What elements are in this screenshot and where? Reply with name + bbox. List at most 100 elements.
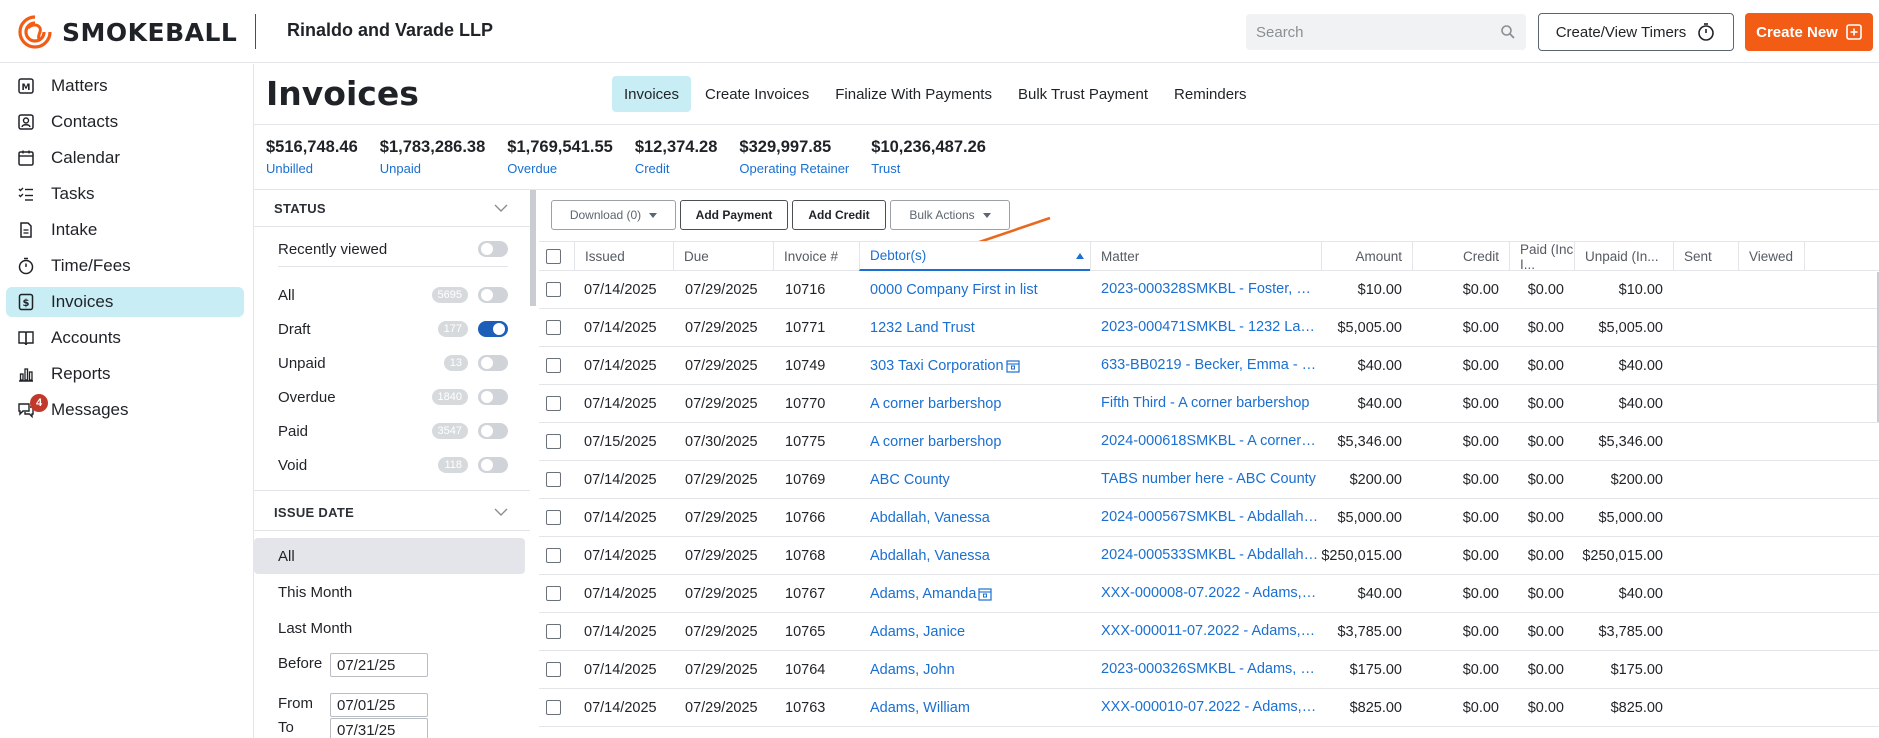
cell-debtor[interactable]: Abdallah, Vanessa	[870, 537, 1090, 574]
table-row[interactable]: 07/14/2025 07/29/2025 10768 Abdallah, Vanes…	[539, 537, 1879, 575]
create-view-timers-button[interactable]: Create/View Timers	[1538, 13, 1734, 51]
cell-debtor[interactable]: Adams, Amanda	[870, 575, 1090, 612]
cell-debtor[interactable]: Adams, William	[870, 689, 1090, 726]
row-checkbox[interactable]	[546, 282, 561, 297]
status-draft-toggle[interactable]	[478, 321, 508, 337]
summary-trust[interactable]: $10,236,487.26 Trust	[871, 138, 986, 176]
create-new-button[interactable]: Create New	[1745, 13, 1873, 51]
date-filter-last-month[interactable]: Last Month	[254, 610, 525, 646]
status-unpaid-toggle[interactable]	[478, 355, 508, 371]
table-row[interactable]: 07/14/2025 07/29/2025 10749 303 Taxi Corpor…	[539, 347, 1879, 385]
row-checkbox[interactable]	[546, 586, 561, 601]
select-all-checkbox[interactable]	[546, 249, 561, 264]
status-filter-draft[interactable]: Draft 177	[278, 317, 508, 341]
filter-scrollbar[interactable]	[530, 190, 536, 306]
chevron-down-icon[interactable]	[494, 507, 508, 517]
status-paid-toggle[interactable]	[478, 423, 508, 439]
column-issued[interactable]: Issued	[574, 242, 673, 271]
row-checkbox[interactable]	[546, 396, 561, 411]
status-all-toggle[interactable]	[478, 287, 508, 303]
sidebar-item-invoices[interactable]: $ Invoices	[6, 287, 244, 317]
cell-debtor[interactable]: ABC County	[870, 461, 1090, 498]
to-date-input[interactable]: 07/31/25	[330, 718, 428, 738]
cell-matter[interactable]: 633-BB0219 - Becker, Emma - Estate	[1101, 347, 1319, 384]
logo[interactable]: SMOKEBALL	[16, 14, 237, 50]
table-row[interactable]: 07/14/2025 07/29/2025 10765 Adams, Janice XX…	[539, 613, 1879, 651]
tab-create-invoices[interactable]: Create Invoices	[693, 76, 821, 112]
status-filter-unpaid[interactable]: Unpaid 13	[278, 351, 508, 375]
row-checkbox[interactable]	[546, 548, 561, 563]
cell-debtor[interactable]: A corner barbershop	[870, 423, 1090, 460]
row-checkbox[interactable]	[546, 510, 561, 525]
cell-matter[interactable]: XXX-000008-07.2022 - Adams, Amanda	[1101, 575, 1319, 612]
summary-credit[interactable]: $12,374.28 Credit	[635, 138, 718, 176]
cell-debtor[interactable]: 303 Taxi Corporation	[870, 347, 1090, 384]
column-amount[interactable]: Amount	[1321, 242, 1412, 271]
tab-reminders[interactable]: Reminders	[1162, 76, 1259, 112]
status-filter-overdue[interactable]: Overdue 1840	[278, 385, 508, 409]
sidebar-item-time-fees[interactable]: Time/Fees	[6, 251, 244, 281]
search-icon[interactable]	[1500, 24, 1516, 40]
table-row[interactable]: 07/14/2025 07/29/2025 10771 1232 Land Trust…	[539, 309, 1879, 347]
row-checkbox[interactable]	[546, 700, 561, 715]
calendar-icon[interactable]	[978, 587, 993, 601]
sidebar-item-accounts[interactable]: Accounts	[6, 323, 244, 353]
row-checkbox[interactable]	[546, 662, 561, 677]
tab-finalize-with-payments[interactable]: Finalize With Payments	[823, 76, 1004, 112]
date-filter-all[interactable]: All	[254, 538, 525, 574]
summary-operating-retainer[interactable]: $329,997.85 Operating Retainer	[739, 138, 849, 176]
table-row[interactable]: 07/14/2025 07/29/2025 10769 ABC County TABS …	[539, 461, 1879, 499]
add-credit-button[interactable]: Add Credit	[792, 200, 886, 230]
row-checkbox[interactable]	[546, 472, 561, 487]
cell-debtor[interactable]: 1232 Land Trust	[870, 309, 1090, 346]
summary-overdue[interactable]: $1,769,541.55 Overdue	[507, 138, 613, 176]
recently-viewed-toggle[interactable]	[478, 241, 508, 257]
column-invoice-number[interactable]: Invoice #	[773, 242, 859, 271]
cell-matter[interactable]: 2023-000328SMKBL - Foster, Nicholas	[1101, 271, 1319, 308]
column-sent[interactable]: Sent	[1673, 242, 1738, 271]
sidebar-item-reports[interactable]: Reports	[6, 359, 244, 389]
table-row[interactable]: 07/14/2025 07/29/2025 10763 Adams, William X…	[539, 689, 1879, 727]
column-unpaid[interactable]: Unpaid (In...	[1574, 242, 1673, 271]
before-date-input[interactable]: 07/21/25	[330, 653, 428, 677]
cell-debtor[interactable]: 0000 Company First in list	[870, 271, 1090, 308]
date-filter-this-month[interactable]: This Month	[254, 574, 525, 610]
sidebar-item-contacts[interactable]: Contacts	[6, 107, 244, 137]
download-button[interactable]: Download (0)	[551, 200, 676, 230]
status-void-toggle[interactable]	[478, 457, 508, 473]
cell-matter[interactable]: Fifth Third - A corner barbershop	[1101, 385, 1319, 422]
sidebar-item-calendar[interactable]: Calendar	[6, 143, 244, 173]
table-row[interactable]: 07/14/2025 07/29/2025 10764 Adams, John 2023…	[539, 651, 1879, 689]
add-payment-button[interactable]: Add Payment	[680, 200, 788, 230]
cell-matter[interactable]: 2024-000533SMKBL - Abdallah, Vanessa	[1101, 537, 1319, 574]
cell-matter[interactable]: TABS number here - ABC County	[1101, 461, 1319, 498]
search-box[interactable]	[1246, 14, 1526, 50]
status-filter-void[interactable]: Void 118	[278, 453, 508, 477]
sidebar-item-tasks[interactable]: Tasks	[6, 179, 244, 209]
table-row[interactable]: 07/15/2025 07/30/2025 10775 A corner barber…	[539, 423, 1879, 461]
column-debtors[interactable]: Debtor(s)	[859, 242, 1090, 271]
row-checkbox[interactable]	[546, 320, 561, 335]
sidebar-item-matters[interactable]: M Matters	[6, 71, 244, 101]
cell-debtor[interactable]: Adams, John	[870, 651, 1090, 688]
sidebar-item-intake[interactable]: Intake	[6, 215, 244, 245]
table-row[interactable]: 07/14/2025 07/29/2025 10716 0000 Company Fi…	[539, 271, 1879, 309]
status-filter-all[interactable]: All 5695	[278, 283, 508, 307]
tab-invoices[interactable]: Invoices	[612, 76, 692, 112]
column-due[interactable]: Due	[673, 242, 773, 271]
column-paid[interactable]: Paid (Inc I...	[1509, 242, 1574, 272]
column-viewed[interactable]: Viewed	[1738, 242, 1804, 271]
cell-matter[interactable]: 2023-000471SMKBL - 1232 Land Trust	[1101, 309, 1319, 346]
from-date-input[interactable]: 07/01/25	[330, 693, 428, 717]
chevron-down-icon[interactable]	[494, 203, 508, 213]
summary-unpaid[interactable]: $1,783,286.38 Unpaid	[380, 138, 486, 176]
cell-debtor[interactable]: Adams, Janice	[870, 613, 1090, 650]
row-checkbox[interactable]	[546, 624, 561, 639]
column-matter[interactable]: Matter	[1090, 242, 1321, 271]
row-checkbox[interactable]	[546, 434, 561, 449]
status-filter-paid[interactable]: Paid 3547	[278, 419, 508, 443]
tab-bulk-trust-payment[interactable]: Bulk Trust Payment	[1006, 76, 1160, 112]
cell-matter[interactable]: XXX-000010-07.2022 - Adams, William	[1101, 689, 1319, 726]
status-overdue-toggle[interactable]	[478, 389, 508, 405]
table-row[interactable]: 07/14/2025 07/29/2025 10766 Abdallah, Vanes…	[539, 499, 1879, 537]
